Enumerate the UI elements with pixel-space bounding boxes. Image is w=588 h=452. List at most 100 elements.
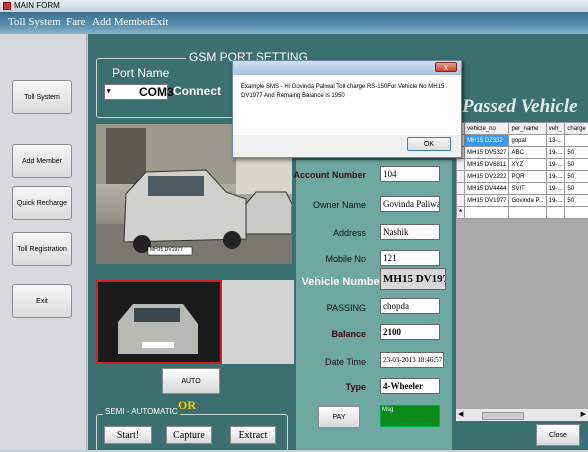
table-cell[interactable]: MH15 DV4444 [465,183,509,195]
dialog-close-icon[interactable]: x [435,62,457,72]
table-cell[interactable]: 50 [565,171,588,183]
table-cell[interactable]: MH15 DV1977 [465,195,509,207]
table-cell[interactable]: 13-... [546,135,565,147]
plate-capture-preview [96,280,222,364]
sidebar-toll-registration-button[interactable]: Toll Registration [12,232,72,266]
port-name-label: Port Name [112,66,169,80]
extract-button[interactable]: Extract [230,426,276,444]
scroll-right-icon[interactable]: ▶ [581,410,586,418]
balance-label: Balance [331,329,366,339]
pay-button[interactable]: PAY [318,406,360,428]
row-header [457,171,465,183]
table-cell[interactable] [546,207,565,219]
table-cell[interactable]: 19-... [546,195,565,207]
table-cell[interactable] [565,207,588,219]
extracted-plate-preview [222,280,294,364]
captured-car-image [98,282,220,362]
scroll-thumb[interactable] [482,412,524,420]
owner-name-field[interactable]: Govinda Paliwal [380,196,440,212]
or-label: OR [178,398,196,413]
table-cell[interactable]: Govinda P... [509,195,546,207]
scroll-left-icon[interactable]: ◀ [458,410,463,418]
table-cell[interactable]: MH15 DV2222 [465,171,509,183]
table-cell[interactable]: ABC [509,147,546,159]
vehicle-number-label: Vehicle Number [301,276,384,288]
vehicle-number-field[interactable]: MH15 DV1977 [380,268,446,290]
passing-label: PASSING [327,303,366,313]
dialog-ok-button[interactable]: OK [407,137,451,151]
table-row[interactable]: MH15 DV6811 XYZ 19-... 50 [457,159,588,171]
close-button[interactable]: Close [536,424,580,446]
auto-button[interactable]: AUTO [162,368,220,394]
table-cell[interactable]: SVIT [509,183,546,195]
account-number-field[interactable]: 104 [380,166,440,182]
start-button[interactable]: Start! [104,426,152,444]
table-cell[interactable]: 50 [565,195,588,207]
grid-horizontal-scrollbar[interactable]: ◀ ▶ [456,408,588,421]
table-cell[interactable] [465,207,509,219]
sidebar-quick-recharge-button[interactable]: Quick Recharge [12,186,72,220]
menu-toll-system[interactable]: Toll System [8,16,61,28]
table-cell[interactable]: 19-... [546,159,565,171]
datetime-field[interactable]: 23-03-2013 18:46:57 [380,352,444,368]
table-cell[interactable]: XYZ [509,159,546,171]
table-cell[interactable]: PQR [509,171,546,183]
table-cell[interactable]: MH15 DV6811 [465,159,509,171]
passed-vehicle-title: Passed Vehicle [462,96,578,118]
mobile-label: Mobile No [325,254,366,264]
menu-exit[interactable]: Exit [150,16,168,28]
sidebar-toll-system-button[interactable]: Toll System [12,80,72,114]
table-cell[interactable] [509,207,546,219]
port-value: COM3 [139,85,174,99]
table-cell[interactable]: MH15 DV5327 [465,147,509,159]
address-label: Address [333,228,366,238]
sidebar: Toll System Add Member Quick Recharge To… [0,34,87,450]
table-cell[interactable]: 50 [565,183,588,195]
passing-field[interactable]: chopda [380,298,440,314]
table-row[interactable]: MH15 DV1977 Govinda P... 19-... 50 [457,195,588,207]
port-select[interactable]: ▾ COM3 [104,84,168,100]
table-row[interactable]: MH15 DV2222 PQR 19-... 50 [457,171,588,183]
connect-button[interactable]: Connect [173,84,221,98]
menu-bar: Toll System Fare Add Member Exit [0,12,588,34]
table-cell[interactable]: 19-... [546,171,565,183]
menu-fare[interactable]: Fare [66,16,86,28]
passed-vehicle-grid[interactable]: vehicle_no per_name veh_ charge MH15 DZ3… [456,122,588,420]
new-row-marker: * [457,207,465,219]
type-field[interactable]: 4-Wheeler [380,378,440,394]
column-header[interactable]: charge [565,123,588,135]
table-cell[interactable]: 50 [565,147,588,159]
row-header [457,195,465,207]
table-new-row[interactable]: * [457,207,588,219]
table-cell[interactable]: 19-... [546,147,565,159]
table-cell[interactable]: gopal [509,135,546,147]
table-cell[interactable]: MH15 DZ332 [465,135,509,147]
table-header-row: vehicle_no per_name veh_ charge [457,123,588,135]
sidebar-add-member-button[interactable]: Add Member [12,144,72,178]
address-field[interactable]: Nashik [380,224,440,240]
table-row[interactable]: MH15 DZ332 gopal 13-... [457,135,588,147]
app-icon [3,2,11,10]
table-row[interactable]: MH15 DV4444 SVIT 19-... 50 [457,183,588,195]
window-title: MAIN FORM [14,1,60,10]
dialog-message: Example SMS - Hi Govinda Paliwal Toll ch… [241,83,453,101]
row-header [457,183,465,195]
column-header[interactable]: per_name [509,123,546,135]
plate-text: MH15 DV1977 [150,247,183,253]
table-cell[interactable]: 50 [565,159,588,171]
table-row[interactable]: MH15 DV5327 ABC 19-... 50 [457,147,588,159]
table-cell[interactable]: 19-... [546,183,565,195]
capture-button[interactable]: Capture [166,426,212,444]
table-cell[interactable] [565,135,588,147]
mobile-field[interactable]: 121 [380,250,440,266]
column-header[interactable]: veh_ [546,123,565,135]
sidebar-exit-button[interactable]: Exit [12,284,72,318]
account-number-label: Account Number [293,170,366,180]
semi-automatic-title: SEMI - AUTOMATIC [103,407,180,416]
menu-add-member[interactable]: Add Member [92,16,151,28]
sms-message-dialog: x Example SMS - Hi Govinda Paliwal Toll … [232,60,462,158]
status-indicator: Msg [380,405,440,427]
balance-field[interactable]: 2100 [380,324,440,340]
datetime-label: Date Time [325,357,366,367]
column-header[interactable]: vehicle_no [465,123,509,135]
